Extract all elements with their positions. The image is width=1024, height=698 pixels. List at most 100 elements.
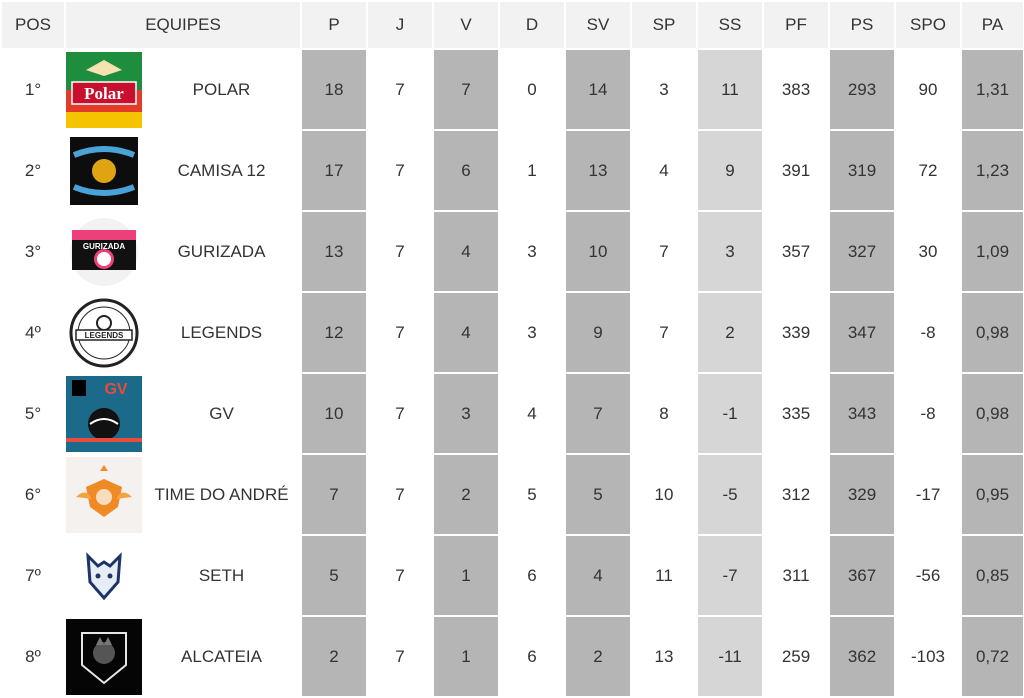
spo-cell: 72 xyxy=(894,129,962,212)
col-header-ps: PS xyxy=(828,0,896,50)
p-cell: 2 xyxy=(300,615,368,698)
sp-cell: 13 xyxy=(630,615,698,698)
ps-cell: 327 xyxy=(828,210,896,293)
j-cell: 7 xyxy=(366,372,434,455)
d-cell: 3 xyxy=(498,291,566,374)
j-cell: 7 xyxy=(366,534,434,617)
team-name-cell: GURIZADA xyxy=(141,210,302,293)
pa-cell: 0,98 xyxy=(960,291,1024,374)
p-cell: 7 xyxy=(300,453,368,536)
sv-cell: 9 xyxy=(564,291,632,374)
sp-cell: 8 xyxy=(630,372,698,455)
ss-cell: 9 xyxy=(696,129,764,212)
d-cell: 6 xyxy=(498,534,566,617)
sp-cell: 7 xyxy=(630,291,698,374)
d-cell: 6 xyxy=(498,615,566,698)
table-row: 7º SETH 5 7 1 6 4 11 -7 311 367 -56 0,85 xyxy=(0,534,1024,617)
p-cell: 18 xyxy=(300,48,368,131)
sv-cell: 4 xyxy=(564,534,632,617)
ss-cell: -11 xyxy=(696,615,764,698)
team-name-cell: POLAR xyxy=(141,48,302,131)
ss-cell: 3 xyxy=(696,210,764,293)
v-cell: 2 xyxy=(432,453,500,536)
position-cell: 2° xyxy=(0,129,66,212)
pa-cell: 0,85 xyxy=(960,534,1024,617)
pa-cell: 1,31 xyxy=(960,48,1024,131)
p-cell: 13 xyxy=(300,210,368,293)
col-header-v: V xyxy=(432,0,500,50)
spo-cell: -17 xyxy=(894,453,962,536)
polar-logo-icon: Polar xyxy=(64,48,143,131)
pa-cell: 0,72 xyxy=(960,615,1024,698)
sp-cell: 4 xyxy=(630,129,698,212)
position-cell: 5° xyxy=(0,372,66,455)
pf-cell: 357 xyxy=(762,210,830,293)
table-header: POS EQUIPES P J V D SV SP SS PF PS SPO P… xyxy=(0,0,1024,50)
legends-logo-text: LEGENDS xyxy=(85,331,124,340)
sp-cell: 7 xyxy=(630,210,698,293)
pf-cell: 383 xyxy=(762,48,830,131)
legends-logo-icon: LEGENDS xyxy=(64,291,143,374)
sp-cell: 3 xyxy=(630,48,698,131)
ss-cell: -5 xyxy=(696,453,764,536)
position-cell: 7º xyxy=(0,534,66,617)
sv-cell: 7 xyxy=(564,372,632,455)
table-body: 1° Polar POLAR 18 7 7 0 14 3 11 383 293 90 1,31 2° CAMI… xyxy=(0,48,1024,698)
v-cell: 4 xyxy=(432,291,500,374)
v-cell: 6 xyxy=(432,129,500,212)
team-name-cell: GV xyxy=(141,372,302,455)
spo-cell: -8 xyxy=(894,291,962,374)
col-header-pa: PA xyxy=(960,0,1024,50)
seth-logo-icon xyxy=(64,534,143,617)
ps-cell: 329 xyxy=(828,453,896,536)
team-name-cell: SETH xyxy=(141,534,302,617)
position-cell: 3° xyxy=(0,210,66,293)
position-cell: 8º xyxy=(0,615,66,698)
team-name-cell: ALCATEIA xyxy=(141,615,302,698)
j-cell: 7 xyxy=(366,291,434,374)
pa-cell: 1,23 xyxy=(960,129,1024,212)
table-row: 5° GV GV 10 7 3 4 7 8 -1 335 343 -8 0,98 xyxy=(0,372,1024,455)
spo-cell: 90 xyxy=(894,48,962,131)
gv-logo-icon: GV xyxy=(64,372,143,455)
standings-table: POS EQUIPES P J V D SV SP SS PF PS SPO P… xyxy=(0,0,1024,698)
pf-cell: 335 xyxy=(762,372,830,455)
spo-cell: -8 xyxy=(894,372,962,455)
table-row: 1° Polar POLAR 18 7 7 0 14 3 11 383 293 90 1,31 xyxy=(0,48,1024,131)
spo-cell: 30 xyxy=(894,210,962,293)
j-cell: 7 xyxy=(366,210,434,293)
pf-cell: 311 xyxy=(762,534,830,617)
pa-cell: 0,95 xyxy=(960,453,1024,536)
position-cell: 1° xyxy=(0,48,66,131)
sp-cell: 10 xyxy=(630,453,698,536)
d-cell: 3 xyxy=(498,210,566,293)
sv-cell: 2 xyxy=(564,615,632,698)
sv-cell: 13 xyxy=(564,129,632,212)
col-header-teams: EQUIPES xyxy=(64,0,302,50)
ss-cell: -1 xyxy=(696,372,764,455)
d-cell: 5 xyxy=(498,453,566,536)
p-cell: 12 xyxy=(300,291,368,374)
ps-cell: 362 xyxy=(828,615,896,698)
v-cell: 3 xyxy=(432,372,500,455)
sv-cell: 14 xyxy=(564,48,632,131)
gurizada-logo-icon: GURIZADA xyxy=(64,210,143,293)
pf-cell: 339 xyxy=(762,291,830,374)
col-header-sp: SP xyxy=(630,0,698,50)
table-row: 8º ALCATEIA 2 7 1 6 2 13 -11 259 362 -103 0,72 xyxy=(0,615,1024,698)
pf-cell: 391 xyxy=(762,129,830,212)
p-cell: 5 xyxy=(300,534,368,617)
v-cell: 7 xyxy=(432,48,500,131)
polar-logo-text: Polar xyxy=(84,84,124,103)
sv-cell: 5 xyxy=(564,453,632,536)
ps-cell: 347 xyxy=(828,291,896,374)
col-header-sv: SV xyxy=(564,0,632,50)
col-header-pos: POS xyxy=(0,0,66,50)
col-header-d: D xyxy=(498,0,566,50)
table-row: 4º LEGENDS LEGENDS 12 7 4 3 9 7 2 339 347 -8 0,98 xyxy=(0,291,1024,374)
sp-cell: 11 xyxy=(630,534,698,617)
sv-cell: 10 xyxy=(564,210,632,293)
j-cell: 7 xyxy=(366,615,434,698)
pf-cell: 312 xyxy=(762,453,830,536)
gv-logo-text: GV xyxy=(104,381,127,398)
